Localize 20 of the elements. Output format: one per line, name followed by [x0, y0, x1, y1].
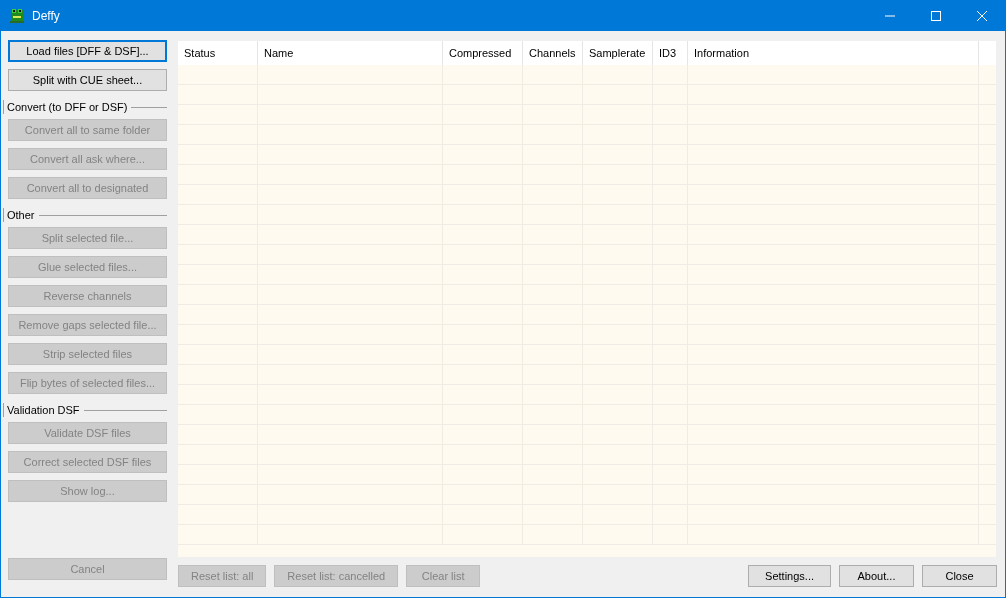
file-list[interactable]: Status Name Compressed Channels Samplerate ID3 Information [178, 41, 996, 557]
sidebar-button[interactable]: Load files [DFF & DSF]... [8, 40, 167, 62]
dialog-button[interactable]: Settings... [748, 565, 831, 587]
close-icon[interactable] [977, 10, 987, 21]
column-header[interactable]: Status [178, 41, 258, 65]
column-header[interactable]: Compressed [443, 41, 523, 65]
column-header[interactable]: Name [258, 41, 443, 65]
dialog-button[interactable]: About... [839, 565, 914, 587]
dialog-button[interactable]: Close [922, 565, 997, 587]
group-label: Validation DSF [3, 403, 84, 417]
column-header[interactable]: ID3 [653, 41, 688, 65]
column-header[interactable]: Information [688, 41, 979, 65]
group-label: Other [3, 208, 39, 222]
column-header[interactable]: Channels [523, 41, 583, 65]
sidebar-button[interactable]: Split with CUE sheet... [8, 69, 167, 91]
column-header[interactable]: Samplerate [583, 41, 653, 65]
frog-icon [9, 7, 25, 24]
window-title: Deffy [32, 8, 60, 23]
group-label: Convert (to DFF or DSF) [3, 100, 132, 114]
maximize-icon[interactable] [931, 10, 941, 21]
